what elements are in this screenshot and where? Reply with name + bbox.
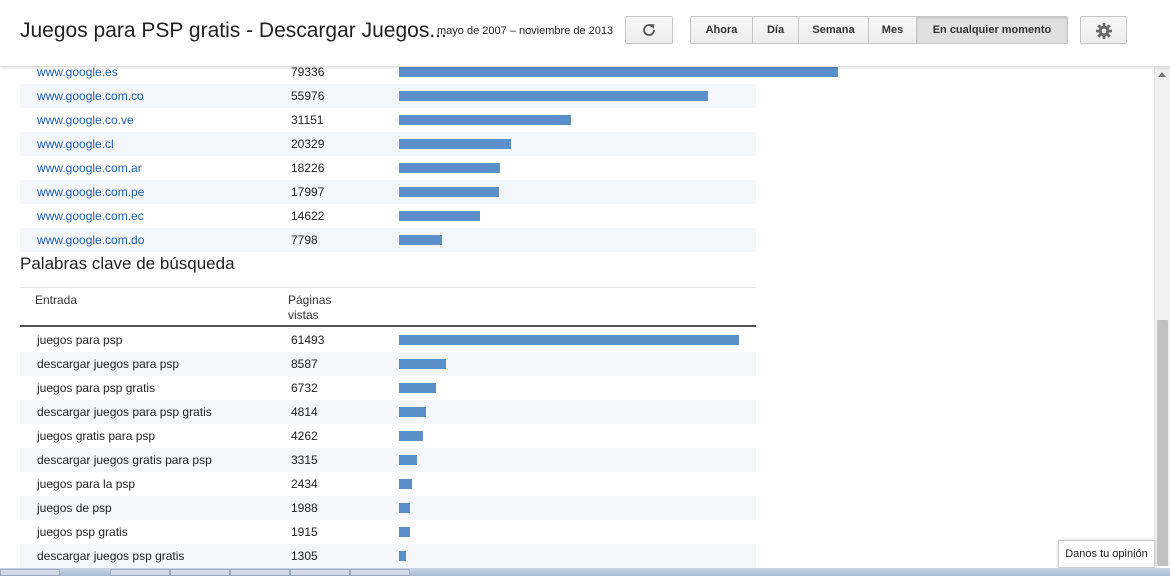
keyword-row-bar [399, 479, 412, 489]
referrer-row-views: 14622 [291, 209, 325, 223]
keyword-row-bar [399, 407, 426, 417]
keyword-row-views: 2434 [291, 477, 318, 491]
keywords-section-title: Palabras clave de búsqueda [20, 254, 235, 273]
keyword-row-bar [399, 383, 436, 393]
referrer-row-bar [399, 115, 571, 125]
keyword-row-label: descargar juegos gratis para psp [37, 453, 212, 467]
referrer-row-views: 55976 [291, 89, 325, 103]
referrer-row-bar [399, 235, 442, 245]
keyword-row-bar [399, 335, 739, 345]
keyword-row: juegos gratis para psp 4262 [20, 424, 756, 448]
taskbar-item[interactable] [290, 569, 350, 576]
keyword-row-label: descargar juegos para psp [37, 357, 180, 371]
keyword-row-label: descargar juegos psp gratis [37, 549, 185, 563]
keyword-row-views: 3315 [291, 453, 318, 467]
keyword-row: juegos psp gratis 1915 [20, 520, 756, 544]
referrer-row-bar [399, 163, 500, 173]
referrer-row-views: 18226 [291, 161, 325, 175]
keyword-row-bar [399, 503, 410, 513]
keyword-row-bar [399, 359, 446, 369]
scrollbar-thumb[interactable] [1157, 320, 1168, 566]
keyword-row-label: juegos de psp [37, 501, 112, 515]
referrer-row-views: 79336 [291, 65, 325, 79]
referrer-row: www.google.com.do 7798 [20, 228, 756, 252]
keyword-row: descargar juegos psp gratis 1305 [20, 544, 756, 568]
range-button[interactable]: Ahora [691, 17, 753, 43]
refresh-icon [643, 24, 655, 36]
keyword-row-views: 4262 [291, 429, 318, 443]
os-taskbar [0, 568, 1170, 576]
scroll-up-icon[interactable] [1158, 72, 1166, 77]
keyword-row-bar [399, 551, 406, 561]
referrer-row: www.google.com.ar 18226 [20, 156, 756, 180]
referrer-row-views: 31151 [291, 113, 324, 127]
keyword-row: juegos para la psp 2434 [20, 472, 756, 496]
settings-button[interactable] [1080, 16, 1127, 44]
referrer-row-bar [399, 91, 708, 101]
keyword-row-label: descargar juegos para psp gratis [37, 405, 212, 419]
page-title: Juegos para PSP gratis - Descargar Juego… [20, 19, 447, 42]
keyword-row: descargar juegos para psp 8587 [20, 352, 756, 376]
keyword-row-views: 61493 [291, 333, 325, 347]
keyword-row-views: 1915 [291, 525, 318, 539]
keyword-row-views: 1988 [291, 501, 318, 515]
referrer-row-label[interactable]: www.google.com.do [37, 233, 144, 247]
referrer-row-label[interactable]: www.google.cl [37, 137, 114, 151]
keyword-row-views: 4814 [291, 405, 318, 419]
referrer-row: www.google.com.ec 14622 [20, 204, 756, 228]
keyword-row-label: juegos para psp [37, 333, 123, 347]
keyword-row: juegos de psp 1988 [20, 496, 756, 520]
time-range-selector: Ahora Día Semana Mes En cualquier momento [690, 16, 1068, 44]
keyword-row-bar [399, 455, 417, 465]
taskbar-item[interactable] [170, 569, 230, 576]
col-entry-header: Entrada [35, 293, 78, 307]
keyword-row-views: 8587 [291, 357, 318, 371]
referrer-row: www.google.co.ve 31151 [20, 108, 756, 132]
referrer-row-views: 7798 [291, 233, 318, 247]
referrer-row-label[interactable]: www.google.com.ec [37, 209, 144, 223]
referrer-row: www.google.com.pe 17997 [20, 180, 756, 204]
keyword-row: juegos para psp 61493 [20, 328, 756, 352]
range-button[interactable]: Día [753, 17, 799, 43]
top-bar: Juegos para PSP gratis - Descargar Juego… [0, 0, 1170, 67]
range-button[interactable]: Semana [799, 17, 869, 43]
keyword-row: juegos para psp gratis 6732 [20, 376, 756, 400]
keyword-row-views: 1305 [291, 549, 318, 563]
keyword-row-bar [399, 431, 423, 441]
keyword-row-label: juegos para psp gratis [37, 381, 156, 395]
referrer-row: www.google.cl 20329 [20, 132, 756, 156]
range-button[interactable]: En cualquier momento [917, 17, 1067, 43]
taskbar-item[interactable] [0, 569, 60, 576]
referrer-row-bar [399, 211, 480, 221]
referrer-row-views: 17997 [291, 185, 325, 199]
vertical-scrollbar[interactable] [1154, 66, 1170, 566]
taskbar-item[interactable] [110, 569, 170, 576]
referrer-row-label[interactable]: www.google.es [37, 65, 118, 79]
keywords-table-header: Entrada Páginas vistas [20, 287, 756, 327]
keyword-row: descargar juegos gratis para psp 3315 [20, 448, 756, 472]
taskbar-item[interactable] [350, 569, 410, 576]
keyword-row-label: juegos psp gratis [37, 525, 128, 539]
taskbar-item[interactable] [230, 569, 290, 576]
referrer-row-label[interactable]: www.google.co.ve [37, 113, 134, 127]
keyword-row-label: juegos gratis para psp [37, 429, 156, 443]
keyword-row-bar [399, 527, 410, 537]
referrer-row-bar [399, 187, 499, 197]
referrer-row-label[interactable]: www.google.com.pe [37, 185, 144, 199]
col-views-header: Páginas vistas [288, 293, 332, 322]
keyword-row: descargar juegos para psp gratis 4814 [20, 400, 756, 424]
date-range: mayo de 2007 – noviembre de 2013 [437, 25, 614, 37]
gear-icon [1096, 23, 1112, 39]
referrer-row-bar [399, 139, 511, 149]
refresh-button[interactable] [625, 16, 673, 44]
referrer-row-label[interactable]: www.google.com.ar [37, 161, 142, 175]
keyword-row-label: juegos para la psp [37, 477, 136, 491]
range-button[interactable]: Mes [869, 17, 917, 43]
referrer-row: www.google.com.co 55976 [20, 84, 756, 108]
referrer-row-label[interactable]: www.google.com.co [37, 89, 144, 103]
referrer-row-bar [399, 67, 838, 77]
referrer-row-views: 20329 [291, 137, 325, 151]
feedback-button[interactable]: Danos tu opinión [1058, 540, 1155, 568]
keyword-row-views: 6732 [291, 381, 318, 395]
